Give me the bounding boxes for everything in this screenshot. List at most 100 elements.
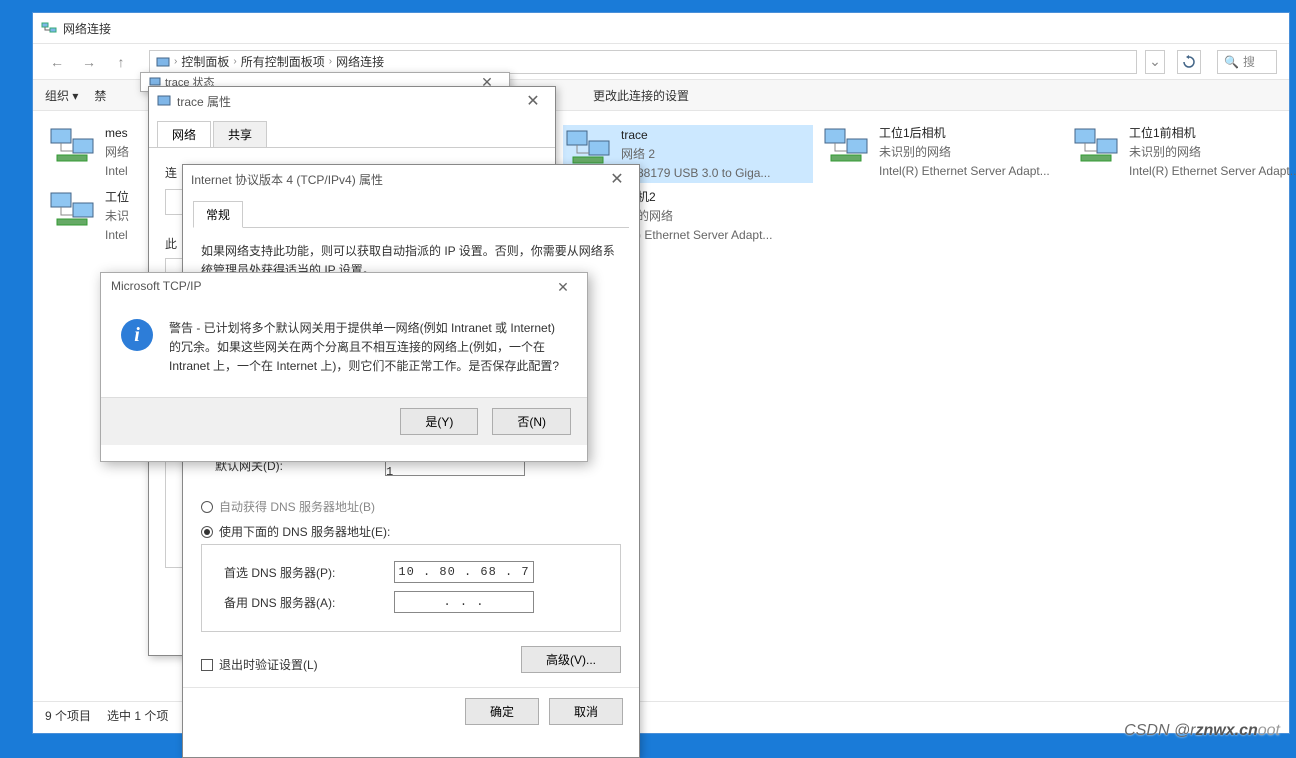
net-info: 工位 未识 Intel <box>105 189 129 243</box>
explorer-title: 网络连接 <box>63 20 111 37</box>
watermark-tail: oot <box>1258 722 1280 739</box>
up-button[interactable]: ↑ <box>109 50 133 74</box>
net-sub: 未识 <box>105 208 129 225</box>
watermark-znwx: znwx.cn <box>1196 722 1258 739</box>
net-dev: Intel(R) Ethernet Server Adapt... <box>879 163 1050 180</box>
dns-preferred-row: 首选 DNS 服务器(P): 10 . 80 . 68 . 7 <box>224 561 612 583</box>
chevron-right-icon: › <box>233 56 236 67</box>
back-button[interactable]: ← <box>45 50 69 74</box>
watermark-csdn: CSDN @r <box>1124 722 1195 739</box>
tab-bar: 常规 <box>183 193 639 228</box>
dialog-titlebar[interactable]: Microsoft TCP/IP ✕ <box>101 273 587 299</box>
tab-general[interactable]: 常规 <box>193 201 243 228</box>
dns-pref-input[interactable]: 10 . 80 . 68 . 7 <box>394 561 534 583</box>
dns-alt-row: 备用 DNS 服务器(A): . . . <box>224 591 612 613</box>
no-button[interactable]: 否(N) <box>492 408 571 435</box>
network-item-front-cam[interactable]: 工位1前相机 未识别的网络 Intel(R) Ethernet Server A… <box>1073 125 1296 179</box>
net-info: 机2 的网络 ) Ethernet Server Adapt... <box>637 189 772 243</box>
dns-manual-radio[interactable]: 使用下面的 DNS 服务器地址(E): <box>201 523 621 540</box>
forward-button[interactable]: → <box>77 50 101 74</box>
net-sub: 网络 2 <box>621 146 770 163</box>
advanced-button[interactable]: 高级(V)... <box>521 646 621 673</box>
net-sub: 的网络 <box>637 208 772 225</box>
network-adapter-icon <box>823 125 871 165</box>
radio-label: 自动获得 DNS 服务器地址(B) <box>219 498 375 515</box>
tab-bar: 网络 共享 <box>149 115 555 148</box>
dialog-title: Microsoft TCP/IP <box>111 279 201 293</box>
messagebox-buttons: 是(Y) 否(N) <box>101 397 587 445</box>
net-sub: 未识别的网络 <box>1129 144 1296 161</box>
network-connections-icon <box>41 20 57 36</box>
net-dev: AX88179 USB 3.0 to Giga... <box>621 165 770 182</box>
watermark: CSDN @rznwx.cnoot <box>1124 722 1280 740</box>
search-input[interactable]: 🔍 搜 <box>1217 50 1277 74</box>
change-settings-button[interactable]: 更改此连接的设置 <box>593 87 689 104</box>
net-dev: Intel(R) Ethernet Server Adapt... <box>1129 163 1296 180</box>
net-name: 工位1前相机 <box>1129 125 1296 142</box>
tab-share[interactable]: 共享 <box>213 121 267 147</box>
breadcrumb[interactable]: › 控制面板 › 所有控制面板项 › 网络连接 <box>149 50 1137 74</box>
dialog-buttons: 确定 取消 <box>183 687 639 735</box>
dns-alt-label: 备用 DNS 服务器(A): <box>224 594 394 611</box>
net-dev: Intel <box>105 227 129 244</box>
item-count: 9 个项目 <box>45 707 91 724</box>
net-dev: Intel <box>105 163 129 180</box>
explorer-titlebar: 网络连接 <box>33 13 1289 43</box>
close-button[interactable]: ✕ <box>549 279 577 296</box>
breadcrumb-item[interactable]: 所有控制面板项 <box>241 53 325 70</box>
network-item-cam2[interactable]: 机2 的网络 ) Ethernet Server Adapt... <box>637 189 827 243</box>
dns-auto-radio[interactable]: 自动获得 DNS 服务器地址(B) <box>201 498 621 515</box>
breadcrumb-item[interactable]: 网络连接 <box>336 53 384 70</box>
radio-icon <box>201 501 213 513</box>
net-name: 工位1后相机 <box>879 125 1050 142</box>
search-placeholder: 搜 <box>1243 53 1255 70</box>
network-adapter-icon <box>49 125 97 165</box>
refresh-button[interactable] <box>1177 50 1201 74</box>
close-button[interactable]: ✕ <box>519 91 547 111</box>
yes-button[interactable]: 是(Y) <box>400 408 478 435</box>
network-adapter-icon <box>1073 125 1121 165</box>
dialog-titlebar[interactable]: Internet 协议版本 4 (TCP/IPv4) 属性 ✕ <box>183 165 639 193</box>
net-sub: 网络 <box>105 144 129 161</box>
selected-count: 选中 1 个项 <box>107 707 168 724</box>
net-info: 工位1后相机 未识别的网络 Intel(R) Ethernet Server A… <box>879 125 1050 179</box>
search-icon: 🔍 <box>1224 55 1239 69</box>
net-info: trace 网络 2 AX88179 USB 3.0 to Giga... <box>621 127 770 181</box>
breadcrumb-item[interactable]: 控制面板 <box>181 53 229 70</box>
control-panel-icon <box>156 55 170 69</box>
tab-network[interactable]: 网络 <box>157 121 211 147</box>
chevron-right-icon: › <box>174 56 177 67</box>
net-dev: ) Ethernet Server Adapt... <box>637 227 772 244</box>
network-adapter-icon <box>565 127 613 167</box>
dns-alt-input[interactable]: . . . <box>394 591 534 613</box>
checkbox-icon <box>201 659 213 671</box>
net-name: mes <box>105 125 129 142</box>
chevron-down-icon[interactable]: ⌄ <box>1145 50 1165 74</box>
network-icon <box>157 94 171 108</box>
radio-label: 使用下面的 DNS 服务器地址(E): <box>219 523 390 540</box>
cancel-button[interactable]: 取消 <box>549 698 623 725</box>
dialog-title: trace 属性 <box>177 93 231 110</box>
net-info: mes 网络 Intel <box>105 125 129 179</box>
chevron-right-icon: › <box>329 56 332 67</box>
validate-on-exit-checkbox[interactable]: 退出时验证设置(L) <box>201 656 318 673</box>
dialog-titlebar[interactable]: trace 属性 ✕ <box>149 87 555 115</box>
ok-button[interactable]: 确定 <box>465 698 539 725</box>
messagebox-body: i 警告 - 已计划将多个默认网关用于提供单一网络(例如 Intranet 或 … <box>101 299 587 397</box>
network-item-rear-cam[interactable]: 工位1后相机 未识别的网络 Intel(R) Ethernet Server A… <box>823 125 1073 179</box>
net-sub: 未识别的网络 <box>879 144 1050 161</box>
net-info: 工位1前相机 未识别的网络 Intel(R) Ethernet Server A… <box>1129 125 1296 179</box>
messagebox-text: 警告 - 已计划将多个默认网关用于提供单一网络(例如 Intranet 或 In… <box>169 319 563 377</box>
organize-menu[interactable]: 组织 ▾ <box>45 87 78 104</box>
dns-pref-label: 首选 DNS 服务器(P): <box>224 564 394 581</box>
info-icon: i <box>121 319 153 351</box>
refresh-icon <box>1182 55 1196 69</box>
close-button[interactable]: ✕ <box>603 169 631 189</box>
disable-button[interactable]: 禁 <box>94 87 106 104</box>
net-name: 机2 <box>637 189 772 206</box>
net-name: trace <box>621 127 770 144</box>
checkbox-label: 退出时验证设置(L) <box>219 656 318 673</box>
network-adapter-icon <box>49 189 97 229</box>
tcpip-warning-messagebox: Microsoft TCP/IP ✕ i 警告 - 已计划将多个默认网关用于提供… <box>100 272 588 462</box>
dialog-title: Internet 协议版本 4 (TCP/IPv4) 属性 <box>191 171 383 188</box>
